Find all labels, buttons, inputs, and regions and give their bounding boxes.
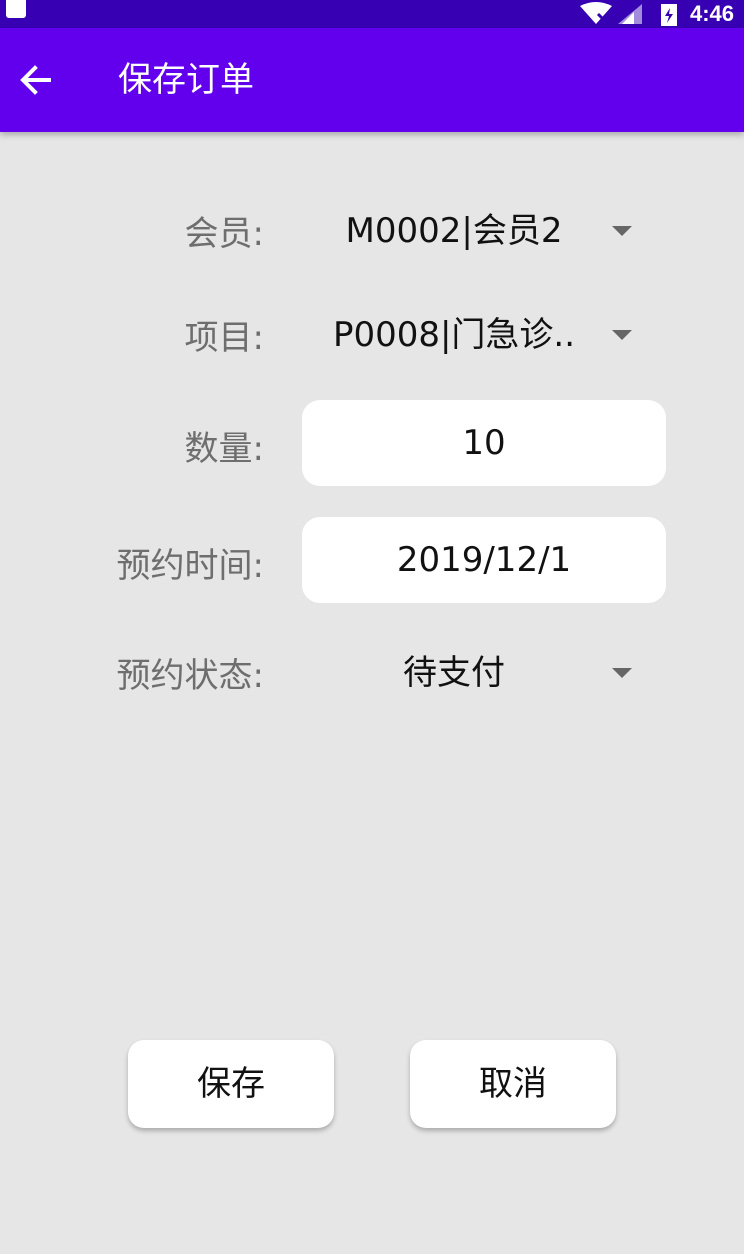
appointment-status-value: 待支付 — [403, 653, 505, 693]
dropdown-arrow-icon — [612, 226, 632, 236]
dropdown-arrow-icon — [612, 330, 632, 340]
quantity-label: 数量: — [184, 429, 264, 469]
app-bar: 保存订单 — [0, 28, 744, 132]
wifi-off-icon — [579, 2, 612, 26]
project-spinner[interactable]: P0008|门急诊.. — [302, 300, 666, 370]
appointment-status-label: 预约状态: — [116, 656, 264, 696]
status-time: 4:46 — [689, 1, 734, 26]
dropdown-arrow-icon — [612, 668, 632, 678]
sd-card-icon — [6, 0, 26, 18]
member-label: 会员: — [184, 214, 264, 254]
cancel-button[interactable]: 取消 — [410, 1040, 616, 1128]
status-icons: 4:46 — [578, 0, 734, 28]
save-button[interactable]: 保存 — [128, 1040, 334, 1128]
arrow-left-icon — [20, 65, 51, 95]
status-bar: 4:46 — [0, 0, 744, 28]
appointment-time-field[interactable]: 2019/12/1 — [302, 517, 666, 603]
signal-icon — [617, 4, 642, 24]
page-title: 保存订单 — [118, 60, 254, 100]
back-button[interactable] — [12, 54, 60, 106]
member-value: M0002|会员2 — [345, 211, 563, 251]
project-label: 项目: — [184, 318, 264, 358]
appointment-time-label: 预约时间: — [116, 546, 264, 586]
quantity-field[interactable]: 10 — [302, 400, 666, 486]
project-value: P0008|门急诊.. — [332, 315, 576, 355]
member-spinner[interactable]: M0002|会员2 — [302, 196, 666, 266]
battery-charging-icon — [660, 4, 677, 26]
appointment-status-spinner[interactable]: 待支付 — [302, 638, 666, 708]
